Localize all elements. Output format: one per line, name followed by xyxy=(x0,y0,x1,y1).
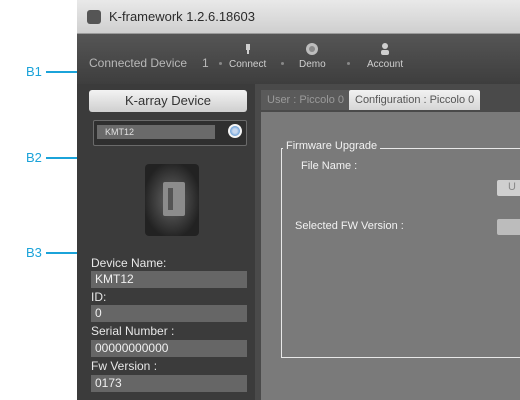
demo-icon xyxy=(306,43,319,55)
connect-icon xyxy=(245,44,250,54)
device-image xyxy=(145,164,199,236)
tab-user[interactable]: User : Piccolo 0 xyxy=(261,90,351,110)
callout-label-b2: B2 xyxy=(26,150,42,165)
account-label: Account xyxy=(367,59,404,70)
connect-button[interactable]: Connect xyxy=(229,42,266,70)
connected-device-label: Connected Device xyxy=(89,56,188,70)
firmware-upgrade-group xyxy=(281,148,520,358)
fw-version-value: 0173 xyxy=(91,375,247,392)
device-name-value: KMT12 xyxy=(91,271,247,288)
demo-label: Demo xyxy=(299,59,326,70)
file-name-label: File Name : xyxy=(301,160,358,172)
selected-fw-version-label: Selected FW Version : xyxy=(295,220,404,232)
callout-label-b3: B3 xyxy=(26,245,42,260)
app-window: K-framework 1.2.6.18603 Connected Device… xyxy=(77,0,520,400)
account-icon xyxy=(381,43,390,55)
upload-button-label: U xyxy=(508,181,516,193)
device-list: KMT12 xyxy=(93,120,247,146)
fw-version-select[interactable] xyxy=(497,219,520,235)
configuration-panel: Firmware Upgrade File Name : U Selected … xyxy=(261,112,520,400)
connect-label: Connect xyxy=(229,59,267,70)
toolbar: Connected Device 1 Connect Demo Account xyxy=(77,34,520,84)
separator-dot xyxy=(281,62,284,65)
connected-device-count: 1 xyxy=(202,56,209,70)
serial-number-label: Serial Number : xyxy=(91,324,175,338)
serial-number-value: 00000000000 xyxy=(91,340,247,357)
firmware-upgrade-title: Firmware Upgrade xyxy=(283,140,381,152)
window-title: K-framework 1.2.6.18603 xyxy=(109,9,255,24)
tab-configuration[interactable]: Configuration : Piccolo 0 xyxy=(349,90,481,110)
device-list-header[interactable]: K-array Device xyxy=(89,90,247,112)
fw-version-label: Fw Version : xyxy=(91,359,158,373)
demo-button[interactable]: Demo xyxy=(299,42,326,70)
title-bar: K-framework 1.2.6.18603 xyxy=(77,0,520,34)
device-select-radio[interactable] xyxy=(228,124,242,138)
main-content: User : Piccolo 0 Configuration : Piccolo… xyxy=(255,84,520,400)
device-list-item[interactable]: KMT12 xyxy=(97,125,215,139)
id-label: ID: xyxy=(91,290,107,304)
device-sidebar: K-array Device KMT12 Device Name: KMT12 … xyxy=(77,84,255,400)
upload-button[interactable]: U xyxy=(497,180,520,196)
account-button[interactable]: Account xyxy=(367,42,403,70)
separator-dot xyxy=(219,62,222,65)
device-name-label: Device Name: xyxy=(91,256,167,270)
callout-label-b1: B1 xyxy=(26,64,42,79)
id-value: 0 xyxy=(91,305,247,322)
app-logo-icon xyxy=(87,10,101,24)
separator-dot xyxy=(347,62,350,65)
